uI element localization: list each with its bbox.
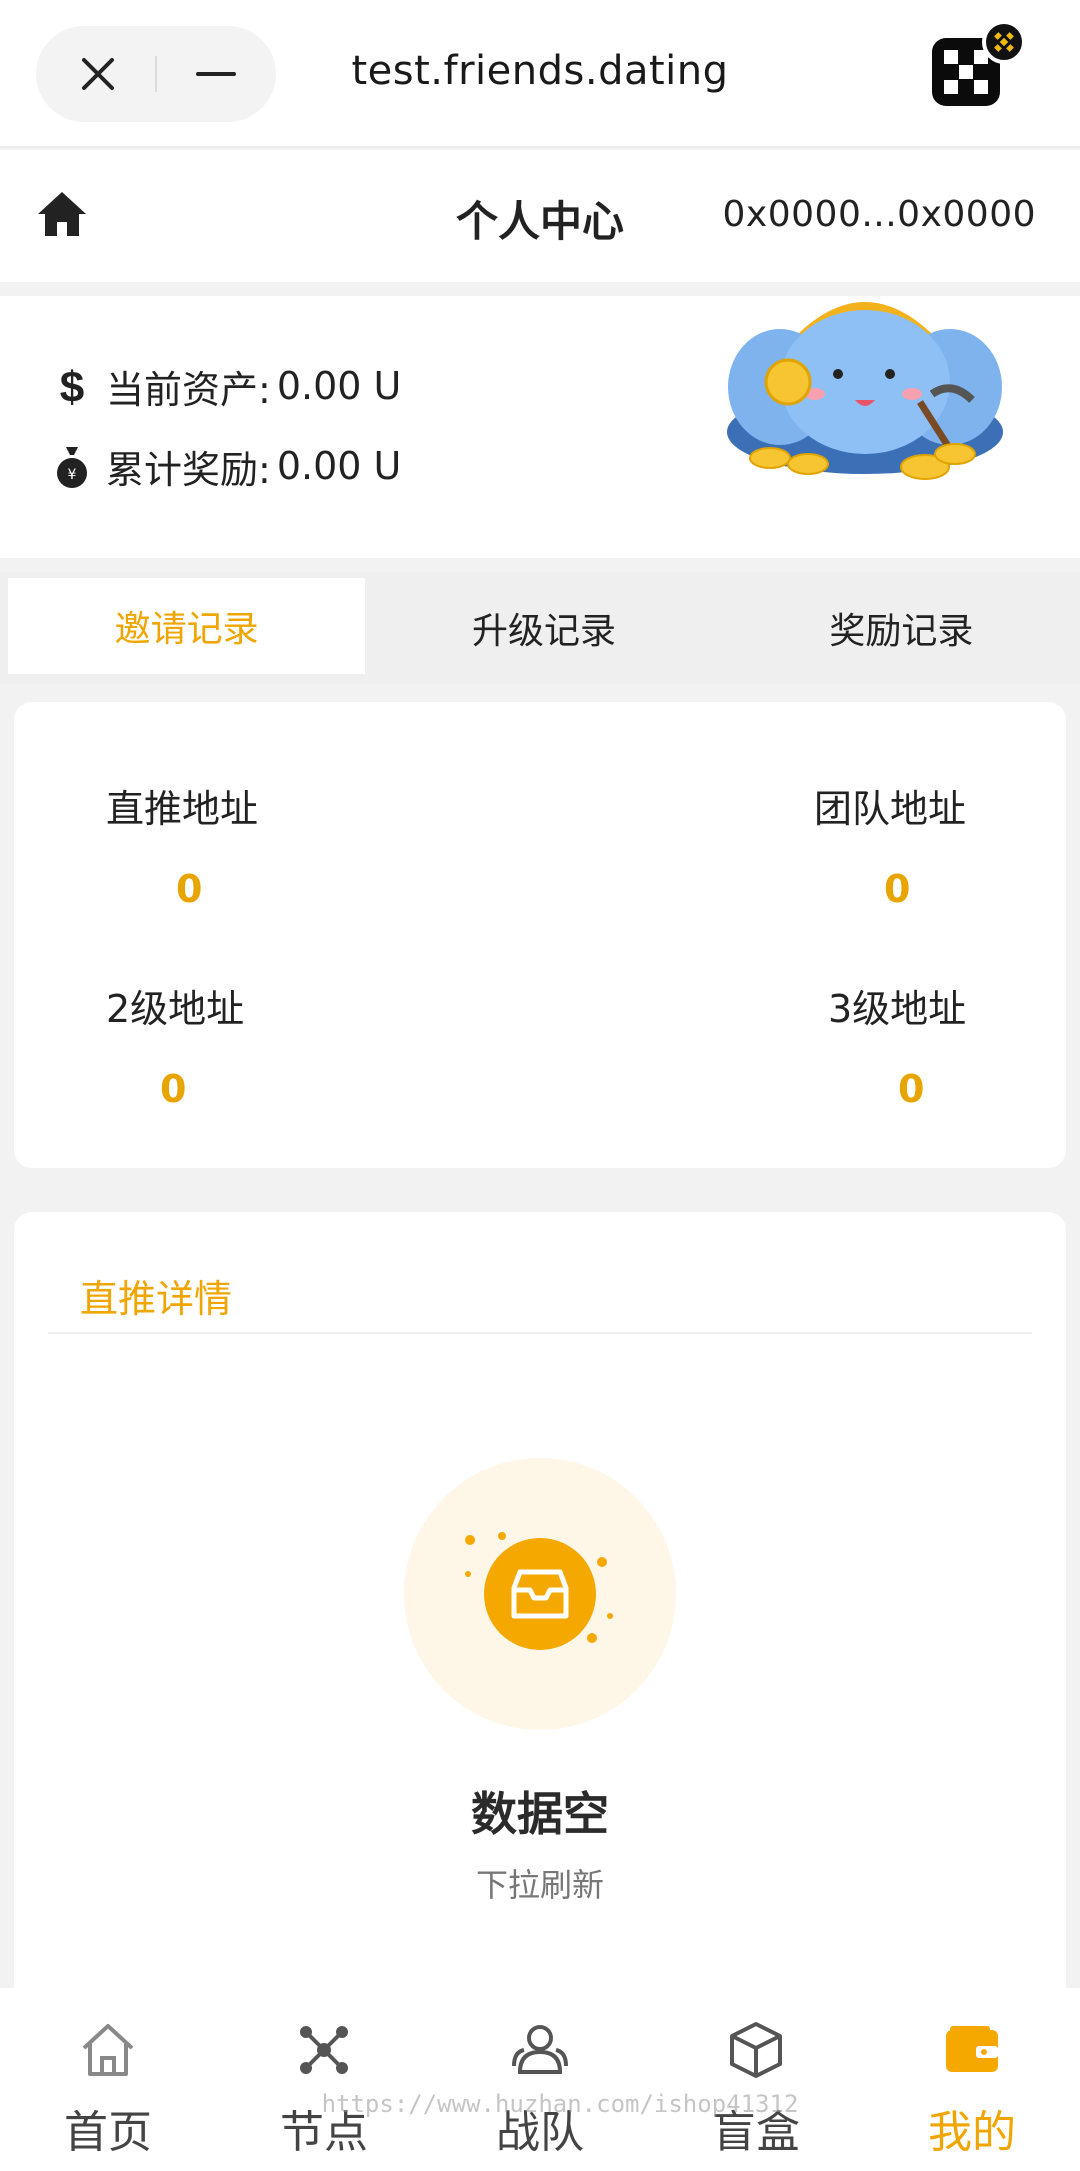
home-icon[interactable] xyxy=(34,186,90,242)
tab-invite-records[interactable]: 邀请记录 xyxy=(8,578,366,674)
total-rewards-label: 累计奖励: xyxy=(106,447,271,492)
level3-address-stat: 3级地址 0 xyxy=(828,978,966,1111)
team-address-label: 团队地址 xyxy=(814,787,967,831)
empty-inbox-icon xyxy=(404,1458,676,1730)
svg-text:¥: ¥ xyxy=(68,467,77,483)
empty-title: 数据空 xyxy=(471,1787,609,1841)
wallet-icon xyxy=(946,2026,998,2072)
nav-item-nodes[interactable]: 节点 xyxy=(216,1988,432,2171)
detail-divider xyxy=(48,1332,1032,1334)
nav-item-team[interactable]: 战队 xyxy=(432,1988,648,2171)
watermark: https://www.huzhan.com/ishop41312 xyxy=(321,2090,799,2118)
nav-item-home[interactable]: 首页 xyxy=(0,1988,216,2171)
tab-upgrade-records[interactable]: 升级记录 xyxy=(365,572,722,684)
browser-bar: test.friends.dating xyxy=(0,0,1080,148)
direct-address-stat: 直推地址 0 xyxy=(106,778,258,911)
level2-address-stat: 2级地址 0 xyxy=(106,978,244,1111)
level3-address-value: 0 xyxy=(898,1067,925,1111)
direct-address-label: 直推地址 xyxy=(106,787,259,831)
level2-address-value: 0 xyxy=(160,1067,187,1111)
svg-text:$: $ xyxy=(60,363,84,410)
team-icon xyxy=(512,2025,568,2074)
current-assets-label: 当前资产: xyxy=(106,367,271,412)
team-address-stat: 团队地址 0 xyxy=(814,778,966,911)
pull-to-refresh-hint: 下拉刷新 xyxy=(475,1866,604,1904)
money-bag-icon: ¥ xyxy=(50,441,94,491)
team-address-value: 0 xyxy=(884,867,911,911)
app-header: 个人中心 0x0000...0x0000 xyxy=(0,150,1080,282)
bottom-nav: 首页 节点 战队 盲盒 我的 xyxy=(0,1988,1080,2171)
close-icon[interactable] xyxy=(78,54,118,94)
record-tabs: 邀请记录 升级记录 奖励记录 xyxy=(0,572,1080,684)
capsule-divider xyxy=(155,56,157,92)
binance-badge-icon xyxy=(982,20,1026,64)
nav-label-mine: 我的 xyxy=(928,2107,1016,2158)
level2-address-label: 2级地址 xyxy=(106,987,245,1031)
wallet-address[interactable]: 0x0000...0x0000 xyxy=(690,194,1036,235)
mini-program-capsule xyxy=(36,26,276,122)
home-outline-icon xyxy=(82,2024,134,2076)
dollar-icon: $ xyxy=(50,361,94,411)
total-rewards-row: ¥ 累计奖励: 0.00 U xyxy=(50,436,401,496)
nav-item-mine[interactable]: 我的 xyxy=(864,1988,1080,2171)
direct-address-value: 0 xyxy=(176,867,203,911)
network-nodes-icon xyxy=(300,2026,348,2074)
box-icon xyxy=(730,2022,782,2078)
direct-detail-card: 直推详情 数据空 下拉刷新 xyxy=(14,1212,1066,2012)
minus-icon[interactable] xyxy=(196,72,236,76)
page-title: 个人中心 xyxy=(455,197,624,246)
detail-title: 直推详情 xyxy=(80,1277,233,1321)
total-rewards-value: 0.00 U xyxy=(276,444,402,488)
nav-label-home: 首页 xyxy=(64,2107,152,2158)
elephant-mascot-illustration xyxy=(727,302,1003,480)
current-assets-row: $ 当前资产: 0.00 U xyxy=(50,356,402,416)
address-stats-card: 直推地址 0 团队地址 0 2级地址 0 3级地址 0 xyxy=(14,702,1066,1168)
nav-item-blindbox[interactable]: 盲盒 xyxy=(648,1988,864,2171)
asset-card: $ 当前资产: 0.00 U ¥ 累计奖励: 0.00 U xyxy=(0,296,1080,558)
tab-reward-records[interactable]: 奖励记录 xyxy=(723,572,1080,684)
page: test.friends.dating 个人中心 0x0000...0x0000… xyxy=(0,0,1080,2171)
level3-address-label: 3级地址 xyxy=(828,987,967,1031)
url-text: test.friends.dating xyxy=(351,48,729,94)
current-assets-value: 0.00 U xyxy=(276,364,402,408)
